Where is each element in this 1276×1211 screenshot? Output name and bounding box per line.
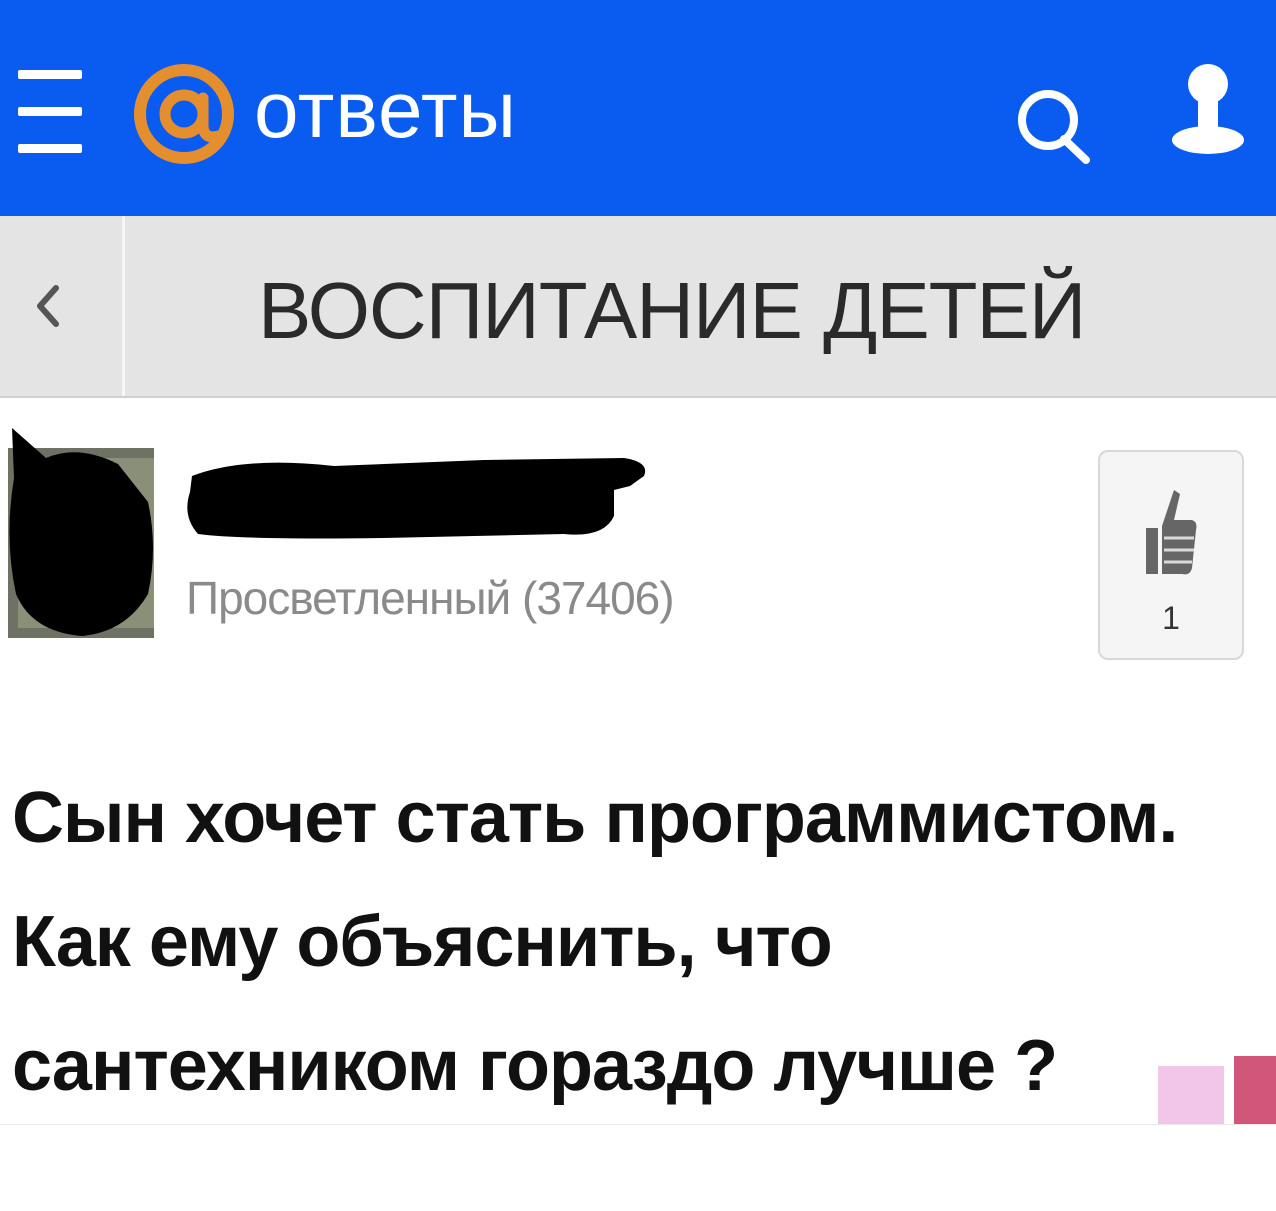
like-count: 1 <box>1162 600 1180 636</box>
top-navigation-bar: ответы <box>0 0 1276 216</box>
author-name-redacted <box>187 458 646 539</box>
question-text: Сын хочет стать программистом. Как ему о… <box>12 756 1212 1128</box>
divider <box>0 1124 1276 1125</box>
decorative-block <box>1158 1066 1224 1124</box>
at-logo-icon[interactable] <box>128 58 240 170</box>
chevron-left-icon <box>37 285 59 327</box>
question-line: Как ему объяснить, что <box>12 902 833 982</box>
decorative-block <box>1234 1056 1276 1124</box>
author-rank: Просветленный (37406) <box>186 572 675 624</box>
logo-text[interactable]: ответы <box>254 60 517 160</box>
back-button[interactable] <box>0 216 122 396</box>
thumbs-up-icon <box>1146 490 1197 575</box>
menu-icon[interactable] <box>18 70 82 154</box>
avatar[interactable] <box>8 418 154 640</box>
user-icon[interactable] <box>1168 60 1248 156</box>
search-icon[interactable] <box>1010 84 1100 164</box>
question-line: Сын хочет стать программистом. <box>12 778 1178 858</box>
category-divider <box>122 216 125 396</box>
category-title: ВОСПИТАНИЕ ДЕТЕЙ <box>258 266 1086 355</box>
category-bar: ВОСПИТАНИЕ ДЕТЕЙ <box>0 216 1276 398</box>
question-line: сантехником гораздо лучше ? <box>12 1026 1058 1106</box>
like-button[interactable]: 1 <box>1098 450 1244 660</box>
